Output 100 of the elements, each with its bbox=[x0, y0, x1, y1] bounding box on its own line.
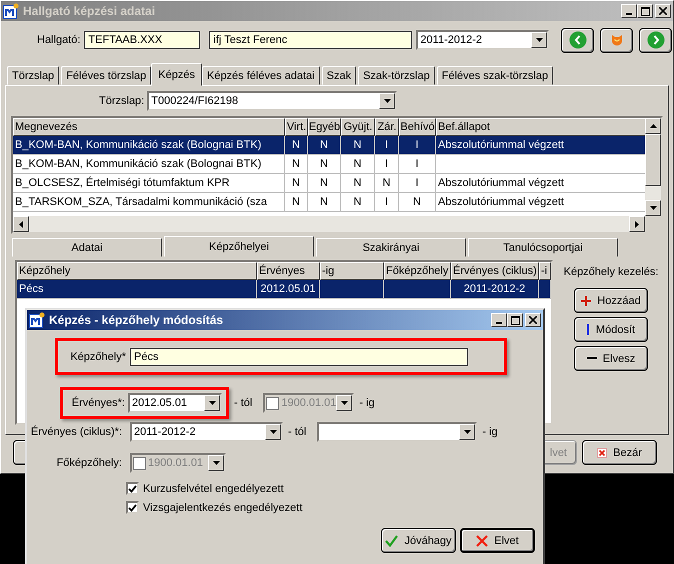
cycle-dropdown[interactable]: 2011-2012-2 bbox=[130, 422, 283, 442]
tab[interactable]: Tanulócsoportjai bbox=[468, 238, 618, 257]
column-header[interactable]: -i bbox=[539, 262, 551, 280]
field-label: Hallgató: bbox=[37, 34, 80, 46]
vertical-scrollbar[interactable] bbox=[645, 118, 661, 216]
close-icon bbox=[659, 7, 667, 15]
caret-down-icon bbox=[208, 401, 216, 405]
tab[interactable]: Szak-törzslap bbox=[358, 66, 435, 85]
column-header[interactable]: Egyéb bbox=[308, 118, 341, 136]
close-button[interactable] bbox=[525, 313, 541, 327]
table-cell: N bbox=[341, 193, 375, 212]
caret-down-icon bbox=[340, 401, 348, 405]
tab[interactable]: Szakirányai bbox=[316, 238, 466, 257]
bar-icon bbox=[586, 324, 590, 335]
table-cell bbox=[320, 280, 384, 299]
column-header[interactable]: -ig bbox=[320, 262, 384, 280]
caret-down-icon bbox=[464, 430, 471, 434]
cancel-button[interactable]: Elvet bbox=[460, 528, 535, 553]
table-row[interactable]: Pécs 2012.05.01 2011-2012-2 bbox=[17, 280, 551, 299]
minus-icon bbox=[586, 357, 597, 360]
cat-face-icon bbox=[610, 34, 623, 46]
table-cell: N bbox=[341, 155, 375, 174]
forward-button[interactable] bbox=[639, 28, 672, 52]
field-suffix: - tól bbox=[288, 426, 306, 438]
field-label: Érvényes*: bbox=[70, 397, 125, 409]
table-cell: 2011-2012-2 bbox=[451, 280, 539, 299]
tab[interactable]: Törzslap bbox=[7, 66, 60, 85]
app-icon bbox=[3, 3, 19, 19]
caret-down-icon bbox=[270, 430, 276, 434]
column-header[interactable]: Behívó bbox=[399, 118, 436, 136]
maximize-icon bbox=[510, 316, 520, 324]
table-cell: N bbox=[308, 136, 341, 155]
checkbox-label[interactable]: Kurzusfelvétel engedélyezett bbox=[143, 482, 284, 494]
up-arrow-icon bbox=[650, 124, 656, 128]
term-dropdown[interactable]: 2011-2012-2 bbox=[416, 30, 550, 50]
horizontal-scrollbar[interactable] bbox=[13, 216, 661, 232]
cycle-dropdown[interactable] bbox=[317, 422, 478, 442]
checkbox-label[interactable]: Vizsgajelentkezés engedélyezett bbox=[143, 502, 302, 514]
column-header[interactable]: Virt. bbox=[285, 118, 308, 136]
date-dropdown[interactable]: 2012.05.01 bbox=[128, 393, 222, 413]
student-code-field[interactable]: TEFTAAB.XXX bbox=[84, 31, 200, 49]
column-header[interactable]: Képzőhely bbox=[17, 262, 257, 280]
column-header[interactable]: Megnevezés bbox=[13, 118, 285, 136]
tab[interactable]: Szak bbox=[322, 66, 356, 85]
field-suffix: - ig bbox=[482, 426, 498, 438]
caret-down-icon bbox=[212, 461, 220, 465]
table-cell: N bbox=[285, 174, 308, 193]
column-header[interactable]: Érvényes bbox=[257, 262, 320, 280]
dropdown-button[interactable] bbox=[459, 424, 476, 440]
dropdown-button[interactable] bbox=[531, 32, 548, 48]
tab[interactable]: Féléves szak-törzslap bbox=[436, 66, 554, 85]
dropdown-button[interactable] bbox=[265, 424, 281, 440]
table-row[interactable]: B_KOM-BAN, Kommunikáció szak (Bolognai BTK) N N N I I Abszolutóriummal végzett bbox=[13, 136, 645, 155]
close-icon bbox=[529, 316, 537, 324]
remove-button[interactable]: Elvesz bbox=[574, 346, 648, 371]
down-arrow-icon bbox=[650, 206, 656, 210]
left-arrow-icon bbox=[19, 220, 23, 228]
table-cell: N bbox=[341, 174, 375, 193]
checkmark-icon bbox=[128, 504, 137, 512]
site-field[interactable]: Pécs bbox=[130, 348, 468, 366]
student-name-field[interactable]: ifj Teszt Ferenc bbox=[209, 31, 412, 49]
minimize-button[interactable] bbox=[491, 313, 507, 327]
close-button[interactable]: Bezár bbox=[582, 440, 657, 465]
table-cell: Pécs bbox=[17, 280, 257, 299]
maximize-button[interactable] bbox=[507, 313, 523, 327]
app-icon bbox=[29, 312, 45, 328]
field-suffix: - tól bbox=[234, 397, 252, 409]
column-header[interactable]: Bef.állapot bbox=[436, 118, 645, 136]
dropdown-button[interactable] bbox=[204, 395, 220, 411]
column-header[interactable]: Főképzőhely bbox=[384, 262, 451, 280]
table-cell: N bbox=[285, 155, 308, 174]
right-arrow-icon bbox=[635, 220, 639, 228]
home-button[interactable] bbox=[600, 28, 634, 52]
tab[interactable]: Képzőhelyei bbox=[164, 236, 314, 257]
caret-down-icon bbox=[384, 99, 391, 103]
record-dropdown[interactable]: T000224/FI62198 bbox=[147, 91, 398, 111]
table-cell: N bbox=[285, 136, 308, 155]
table-cell: B_KOM-BAN, Kommunikáció szak (Bolognai BTK) bbox=[13, 155, 285, 174]
column-header[interactable]: Érvényes (ciklus) bbox=[451, 262, 539, 280]
cross-icon bbox=[476, 534, 488, 546]
table-cell: N bbox=[399, 193, 436, 212]
confirm-button[interactable]: Jóváhagy bbox=[381, 528, 456, 553]
edit-button[interactable]: Módosít bbox=[574, 317, 648, 342]
table-cell: I bbox=[399, 174, 436, 193]
table-cell bbox=[384, 280, 451, 299]
table-cell: I bbox=[375, 136, 399, 155]
window-title: Hallgató képzési adatai bbox=[23, 4, 156, 18]
table-cell bbox=[539, 280, 551, 299]
tab[interactable]: Képzés féléves adatai bbox=[202, 66, 320, 85]
tab[interactable]: Képzés bbox=[151, 63, 202, 86]
dropdown-button[interactable] bbox=[379, 93, 396, 109]
column-header[interactable]: Gyüjt. bbox=[341, 118, 375, 136]
table-cell: B_KOM-BAN, Kommunikáció szak (Bolognai BTK) bbox=[13, 136, 285, 155]
add-button[interactable]: Hozzáad bbox=[574, 288, 648, 313]
table-cell: N bbox=[308, 193, 341, 212]
back-button[interactable] bbox=[561, 28, 594, 52]
maximize-icon bbox=[640, 6, 650, 16]
tab[interactable]: Adatai bbox=[12, 238, 162, 257]
checkmark-icon bbox=[385, 534, 398, 546]
column-header[interactable]: Zár. bbox=[375, 118, 399, 136]
